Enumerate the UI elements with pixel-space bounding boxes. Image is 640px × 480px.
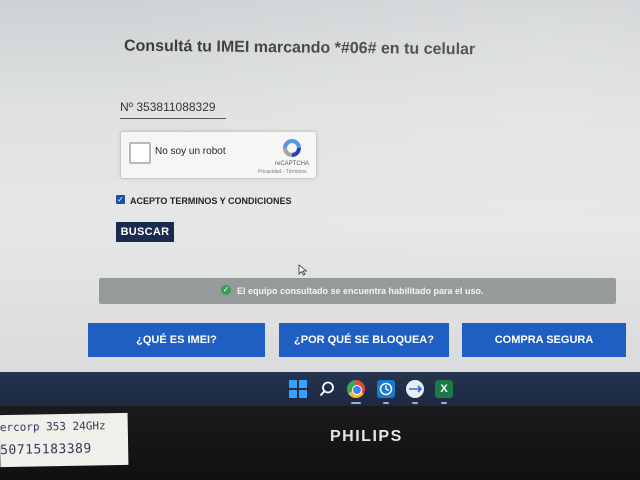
imei-input[interactable]: Nº 353811088329 bbox=[120, 100, 226, 119]
network-icon[interactable] bbox=[406, 380, 424, 398]
clock-icon[interactable] bbox=[377, 380, 395, 398]
recaptcha-brand: reCAPTCHA bbox=[275, 161, 310, 167]
check-circle-icon: ✓ bbox=[221, 285, 231, 295]
search-icon[interactable] bbox=[318, 380, 336, 398]
windows-start-icon[interactable] bbox=[289, 380, 307, 398]
recaptcha-checkbox[interactable] bbox=[129, 142, 151, 164]
recaptcha-terms-link[interactable]: Privacidad - Términos bbox=[258, 169, 307, 175]
mouse-cursor-icon bbox=[298, 264, 308, 276]
app-indicator bbox=[383, 402, 389, 404]
recaptcha-widget: No soy un robot reCAPTCHA Privacidad - T… bbox=[120, 131, 317, 179]
taskbar: X bbox=[0, 372, 640, 406]
status-bar: ✓ El equipo consultado se encuentra habi… bbox=[99, 278, 616, 304]
app-indicator bbox=[412, 402, 418, 404]
safe-purchase-button[interactable]: COMPRA SEGURA bbox=[462, 323, 626, 357]
page-title: Consultá tu IMEI marcando *#06# en tu ce… bbox=[123, 37, 476, 59]
recaptcha-label: No soy un robot bbox=[155, 146, 226, 157]
sticker-line-1: ercorp 353 24GHz bbox=[0, 419, 106, 435]
search-button[interactable]: BUSCAR bbox=[116, 222, 174, 242]
sticker-line-2: 50715183389 bbox=[0, 441, 92, 459]
chrome-icon[interactable] bbox=[347, 380, 365, 398]
excel-icon[interactable]: X bbox=[435, 380, 453, 398]
app-indicator bbox=[441, 402, 447, 404]
terms-checkbox[interactable]: ✓ bbox=[116, 195, 125, 204]
active-app-indicator bbox=[351, 402, 361, 404]
label-sticker: ercorp 353 24GHz 50715183389 bbox=[0, 412, 129, 468]
what-is-imei-button[interactable]: ¿QUÉ ES IMEI? bbox=[88, 323, 265, 357]
why-blocked-button[interactable]: ¿POR QUÉ SE BLOQUEA? bbox=[279, 323, 449, 357]
terms-label: ACEPTO TERMINOS Y CONDICIONES bbox=[130, 196, 292, 206]
monitor-screen: Consultá tu IMEI marcando *#06# en tu ce… bbox=[0, 0, 640, 372]
status-message: El equipo consultado se encuentra habili… bbox=[237, 286, 484, 296]
recaptcha-logo-icon bbox=[283, 139, 301, 157]
monitor-brand-logo: PHILIPS bbox=[330, 428, 403, 445]
